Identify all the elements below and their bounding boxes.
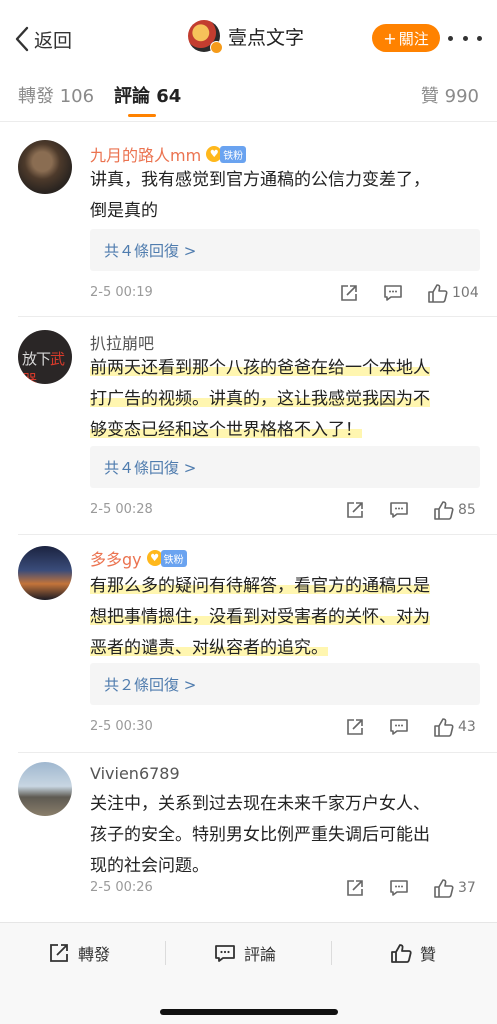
comment-username[interactable]: Vivien6789 <box>90 764 180 783</box>
replies-label: 共２條回復 > <box>104 676 197 694</box>
fan-badge: ♥ 铁粉 <box>146 549 187 567</box>
follow-button[interactable]: + 關注 <box>372 24 440 52</box>
like-count: 37 <box>458 880 476 896</box>
back-chevron-icon <box>15 26 29 52</box>
comment-line: 孩子的安全。特别男女比例严重失调后可能出 <box>90 825 430 845</box>
author-name: 壹点文字 <box>228 26 305 49</box>
comment-meta: 2-5 00:28 85 <box>90 499 482 523</box>
like-count: 43 <box>458 719 476 735</box>
tab-comment[interactable]: 評論 64 <box>114 82 181 108</box>
comment-icon[interactable] <box>382 282 404 304</box>
share-icon[interactable] <box>344 499 366 521</box>
comment-time: 2-5 00:30 <box>90 719 153 734</box>
like-label: 贊 <box>420 945 437 964</box>
comment-icon <box>215 945 235 962</box>
bottom-action-bar: 轉發 評論 贊 <box>0 922 497 1024</box>
comment-username[interactable]: 多多gy ♥ 铁粉 <box>90 546 187 570</box>
replies-label: 共４條回復 > <box>104 242 197 260</box>
comment-time: 2-5 00:19 <box>90 285 153 300</box>
fan-badge-label: 铁粉 <box>160 549 187 567</box>
comment-text: 有那么多的疑问有待解答，看官方的通稿只是 想把事情摁住，没看到对受害者的关怀、对… <box>90 571 482 664</box>
replies-link[interactable]: 共４條回復 > <box>90 446 480 488</box>
author-info[interactable]: 壹点文字 <box>188 20 305 54</box>
divider <box>18 752 497 753</box>
divider <box>18 316 497 317</box>
comment-time: 2-5 00:28 <box>90 502 153 517</box>
comment-text: 前两天还看到那个八孩的爸爸在给一个本地人 打广告的视频。讲真的，这让我感觉我因为… <box>90 353 482 446</box>
back-button[interactable]: 返回 <box>14 24 72 54</box>
username-text: 多多gy <box>90 550 142 569</box>
comment-line: 想把事情摁住，没看到对受害者的关怀、对为 <box>90 607 430 627</box>
like-icon[interactable] <box>426 282 448 304</box>
fan-badge-label: 铁粉 <box>220 145 247 163</box>
username-text: 扒拉崩吧 <box>90 334 155 353</box>
like-icon[interactable] <box>432 716 454 738</box>
share-icon[interactable] <box>344 716 366 738</box>
avatar[interactable] <box>18 140 72 194</box>
comment-meta: 2-5 00:26 37 <box>90 877 482 901</box>
like-icon[interactable] <box>432 877 454 899</box>
active-tab-indicator <box>128 114 156 117</box>
like-icon <box>391 944 412 963</box>
avatar[interactable] <box>18 546 72 600</box>
avatar-text: 放下武器 <box>22 350 65 384</box>
tab-repost[interactable]: 轉發 106 <box>18 82 94 108</box>
tab-bar: 轉發 106 評論 64 贊 990 <box>0 70 497 122</box>
comment-line: 讲真，我有感觉到官方通稿的公信力变差了， <box>90 170 430 190</box>
replies-label: 共４條回復 > <box>104 459 197 477</box>
repost-label: 轉發 <box>78 945 111 964</box>
top-nav-bar: 返回 壹点文字 + 關注 <box>0 0 497 70</box>
repost-button[interactable]: 轉發 <box>48 941 110 965</box>
plus-icon: + <box>383 28 397 48</box>
comment-button[interactable]: 評論 <box>214 941 276 965</box>
comment-line: 倒是真的 <box>90 201 158 221</box>
avatar[interactable] <box>18 762 72 816</box>
share-icon[interactable] <box>338 282 360 304</box>
comment-icon[interactable] <box>388 499 410 521</box>
comment-line: 打广告的视频。讲真的，这让我感觉我因为不 <box>90 389 430 409</box>
replies-link[interactable]: 共４條回復 > <box>90 229 480 271</box>
comment-icon[interactable] <box>388 877 410 899</box>
comment-text: 讲真，我有感觉到官方通稿的公信力变差了， 倒是真的 <box>90 165 482 227</box>
tab-like[interactable]: 贊 990 <box>421 82 479 108</box>
fan-badge: ♥ 铁粉 <box>206 145 247 163</box>
back-label: 返回 <box>34 29 73 52</box>
divider <box>18 534 497 535</box>
comment-meta: 2-5 00:19 104 <box>90 282 482 306</box>
replies-link[interactable]: 共２條回復 > <box>90 663 480 705</box>
follow-label: 關注 <box>398 29 429 48</box>
share-icon[interactable] <box>344 877 366 899</box>
separator <box>331 941 332 965</box>
username-text: Vivien6789 <box>90 764 180 783</box>
comment-username[interactable]: 扒拉崩吧 <box>90 330 154 354</box>
like-icon[interactable] <box>432 499 454 521</box>
comment-line: 关注中，关系到过去现在未来千家万户女人、 <box>90 794 430 814</box>
comment-line: 有那么多的疑问有待解答，看官方的通稿只是 <box>90 576 430 596</box>
comment-label: 評論 <box>244 945 277 964</box>
comment-text: 关注中，关系到过去现在未来千家万户女人、 孩子的安全。特别男女比例严重失调后可能… <box>90 789 482 882</box>
comment-icon[interactable] <box>388 716 410 738</box>
comment-meta: 2-5 00:30 43 <box>90 716 482 740</box>
verified-badge-icon <box>210 41 223 54</box>
like-count: 104 <box>452 285 479 301</box>
like-button[interactable]: 贊 <box>390 941 436 965</box>
comment-line: 够变态已经和这个世界格格不入了！ <box>90 420 362 440</box>
comment-line: 恶者的谴责、对纵容者的追究。 <box>90 638 328 658</box>
comment-time: 2-5 00:26 <box>90 880 153 895</box>
avatar[interactable]: 放下武器 <box>18 330 72 384</box>
like-count: 85 <box>458 502 476 518</box>
comment-line: 前两天还看到那个八孩的爸爸在给一个本地人 <box>90 358 430 378</box>
separator <box>165 941 166 965</box>
comment-username[interactable]: 九月的路人mm ♥ 铁粉 <box>90 142 247 166</box>
username-text: 九月的路人mm <box>90 146 202 165</box>
more-dots-icon[interactable] <box>448 36 482 42</box>
share-icon <box>50 944 68 962</box>
author-avatar[interactable] <box>188 20 223 54</box>
home-indicator <box>160 1009 338 1015</box>
